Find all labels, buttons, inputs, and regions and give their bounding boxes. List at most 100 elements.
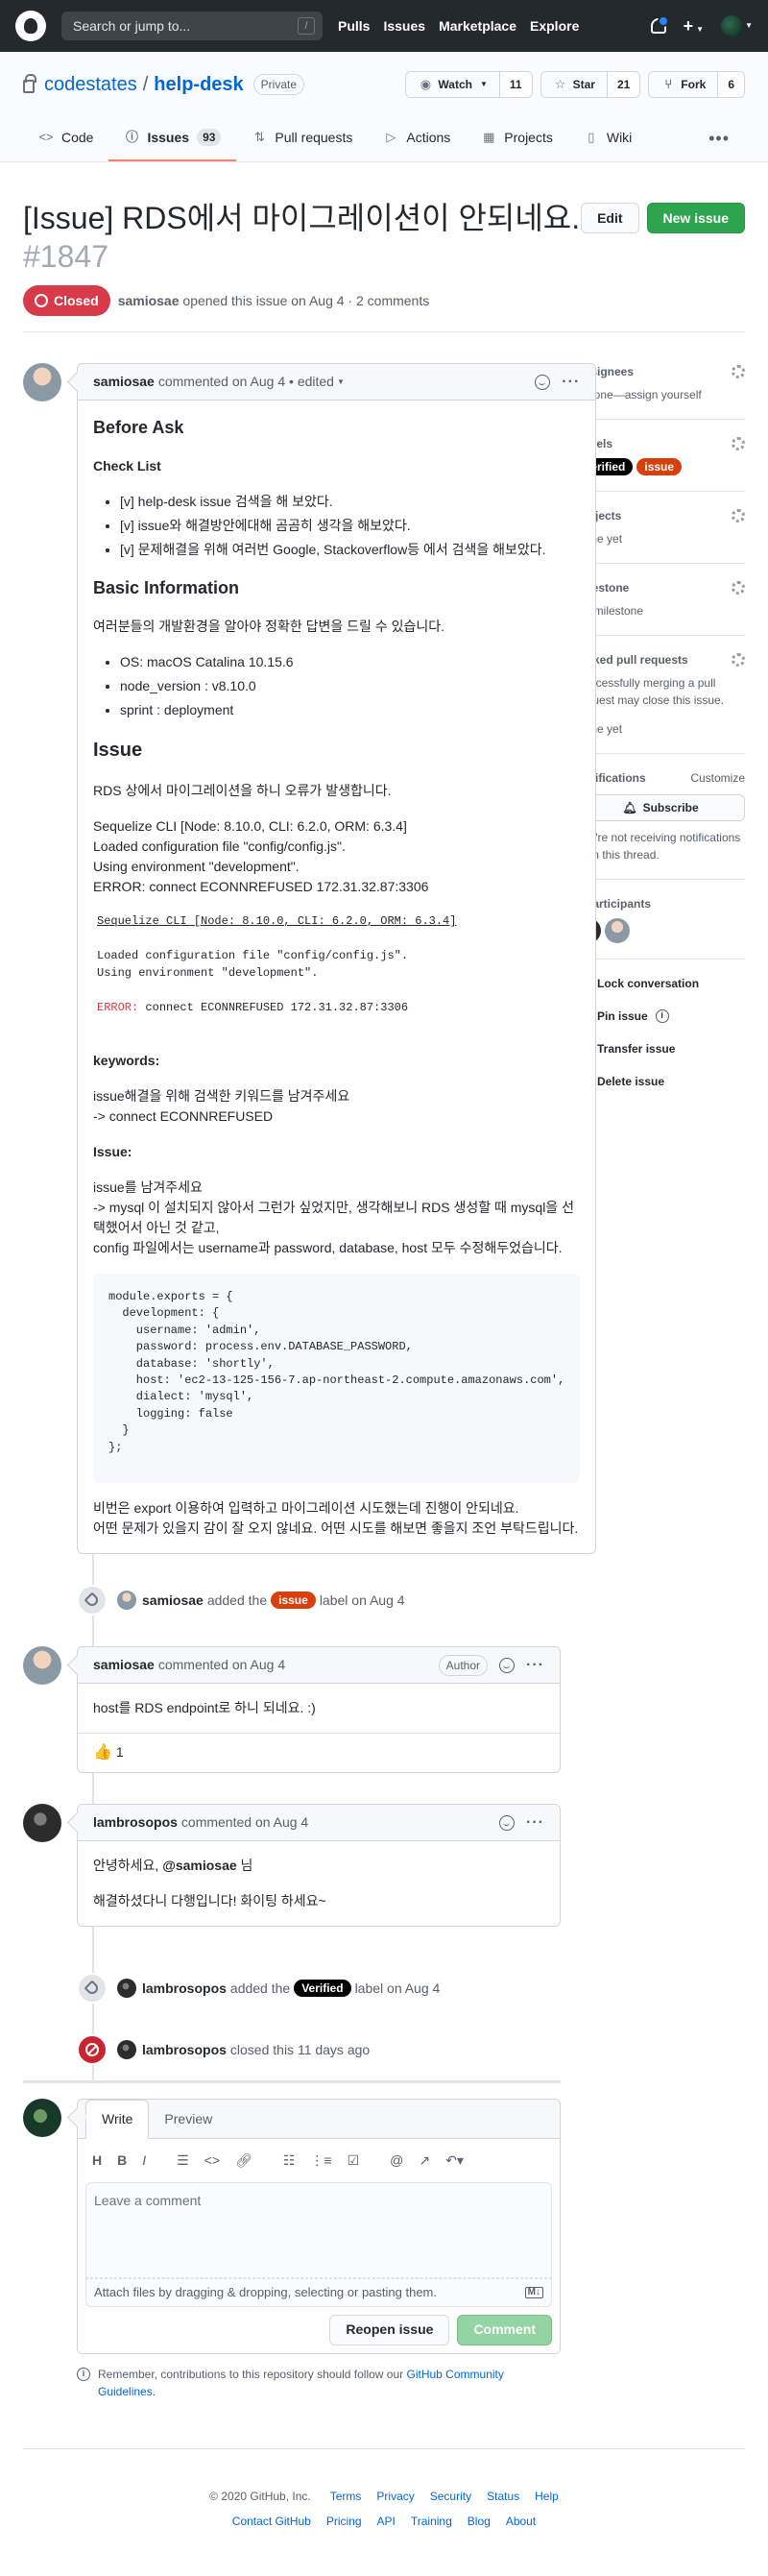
footer-link-training[interactable]: Training — [411, 2513, 452, 2530]
footer-link-status[interactable]: Status — [487, 2488, 519, 2505]
nav-issues[interactable]: Issues — [383, 16, 425, 36]
notifications-bell-icon[interactable] — [650, 15, 669, 34]
comment-meta[interactable]: commented on Aug 4 • edited — [158, 372, 334, 392]
assignees-text[interactable]: No one—assign yourself — [576, 386, 745, 403]
gear-icon[interactable] — [732, 365, 745, 378]
watch-button[interactable]: ◉ Watch ▼ — [406, 72, 500, 97]
star-button[interactable]: ☆ Star — [540, 72, 608, 97]
footer-link-security[interactable]: Security — [430, 2488, 471, 2505]
comment-author[interactable]: samiosae — [93, 1655, 155, 1675]
chevron-down-icon[interactable]: ▼ — [337, 377, 345, 388]
kebab-menu-icon[interactable]: ··· — [526, 1654, 544, 1677]
comment-meta[interactable]: commented on Aug 4 — [158, 1655, 285, 1675]
reopen-issue-button[interactable]: Reopen issue — [329, 2314, 450, 2345]
avatar[interactable] — [117, 1979, 136, 1998]
nav-pulls[interactable]: Pulls — [338, 16, 370, 36]
user-mention[interactable]: @samiosae — [162, 1858, 236, 1873]
avatar[interactable] — [117, 1591, 136, 1610]
gear-icon[interactable] — [732, 437, 745, 450]
smiley-icon[interactable] — [499, 1814, 516, 1831]
gear-icon[interactable] — [732, 509, 745, 522]
event-actor[interactable]: samiosae — [142, 1591, 204, 1611]
avatar[interactable] — [23, 1646, 61, 1685]
heading-icon[interactable]: H — [85, 2147, 108, 2175]
transfer-issue-button[interactable]: →Transfer issue — [576, 1040, 745, 1057]
delete-issue-button[interactable]: 🗑︎Delete issue — [576, 1073, 745, 1090]
nav-explore[interactable]: Explore — [530, 16, 579, 36]
mention-icon[interactable]: @ — [383, 2147, 410, 2175]
tab-pull-requests[interactable]: ⇅ Pull requests — [236, 115, 368, 161]
bold-icon[interactable]: B — [110, 2147, 133, 2175]
tab-code[interactable]: <> Code — [23, 115, 108, 161]
avatar[interactable] — [605, 918, 630, 943]
reply-icon[interactable]: ↶▾ — [439, 2147, 470, 2175]
markdown-icon[interactable]: M↓ — [524, 2286, 543, 2298]
italic-icon[interactable]: I — [135, 2147, 153, 2175]
event-actor[interactable]: lambrosopos — [142, 1979, 227, 1999]
tab-issues[interactable]: ⓘ Issues 93 — [108, 115, 237, 161]
fork-button[interactable]: ⑂ Fork — [649, 72, 719, 97]
footer-link-pricing[interactable]: Pricing — [326, 2513, 362, 2530]
avatar[interactable] — [23, 1804, 61, 1842]
task-list-icon[interactable]: ☑ — [341, 2147, 367, 2175]
ordered-list-icon[interactable]: ⋮≡ — [303, 2147, 338, 2175]
search-input[interactable]: Search or jump to... / — [61, 12, 323, 40]
tab-write[interactable]: Write — [85, 2100, 150, 2139]
comment-author[interactable]: samiosae — [93, 372, 155, 392]
link-icon[interactable]: 🔗︎ — [228, 2147, 259, 2175]
gear-icon[interactable] — [732, 653, 745, 667]
quote-icon[interactable]: ☰ — [170, 2147, 196, 2175]
cross-reference-icon[interactable]: ↗ — [412, 2147, 437, 2175]
issue-title-text: [Issue] RDS에서 마이그레이션이 안되네요. — [23, 201, 581, 235]
label-verified[interactable]: Verified — [294, 1980, 351, 1997]
comment-button[interactable]: Comment — [457, 2314, 552, 2345]
lock-conversation-button[interactable]: 🔒︎Lock conversation — [576, 975, 745, 992]
unordered-list-icon[interactable]: ☷ — [276, 2147, 302, 2175]
pin-issue-button[interactable]: 📌︎Pin issuei — [576, 1008, 745, 1025]
repo-owner-link[interactable]: codestates — [44, 70, 137, 99]
github-logo-icon[interactable] — [15, 11, 46, 41]
kebab-menu-icon[interactable]: ··· — [562, 371, 580, 394]
gear-icon[interactable] — [732, 581, 745, 595]
tab-actions[interactable]: ▷ Actions — [368, 115, 466, 161]
avatar[interactable] — [23, 363, 61, 401]
label-issue[interactable]: issue — [636, 458, 683, 475]
edit-button[interactable]: Edit — [581, 203, 639, 233]
comment-textarea[interactable]: Leave a comment — [85, 2182, 552, 2278]
footer-link-help[interactable]: Help — [535, 2488, 559, 2505]
reaction-thumbs-up[interactable]: 👍 1 — [93, 1741, 124, 1764]
avatar[interactable] — [23, 2099, 61, 2137]
footer-link-api[interactable]: API — [377, 2513, 396, 2530]
footer-link-contact[interactable]: Contact GitHub — [232, 2513, 311, 2530]
repo-name-link[interactable]: help-desk — [154, 70, 243, 99]
user-menu[interactable]: ▼ — [721, 15, 753, 36]
fork-count[interactable]: 6 — [718, 72, 744, 97]
kebab-menu-icon[interactable]: ··· — [526, 1811, 544, 1835]
smiley-icon[interactable] — [499, 1657, 516, 1673]
footer-link-terms[interactable]: Terms — [330, 2488, 362, 2505]
label-issue[interactable]: issue — [271, 1592, 316, 1609]
smiley-icon[interactable] — [535, 374, 551, 390]
subscribe-button[interactable]: 🔔︎ Subscribe — [576, 794, 745, 821]
star-count[interactable]: 21 — [607, 72, 640, 97]
avatar[interactable] — [117, 2040, 136, 2059]
watch-count[interactable]: 11 — [499, 72, 532, 97]
more-tabs-icon[interactable]: ••• — [693, 115, 745, 161]
file-attach-zone[interactable]: Attach files by dragging & dropping, sel… — [85, 2278, 552, 2307]
tab-projects[interactable]: ▦ Projects — [466, 115, 568, 161]
issue-author-link[interactable]: samiosae — [118, 293, 180, 308]
tab-preview[interactable]: Preview — [149, 2101, 228, 2138]
create-new-dropdown[interactable]: + ▼ — [684, 13, 704, 39]
event-actor[interactable]: lambrosopos — [142, 2040, 227, 2060]
footer-link-about[interactable]: About — [506, 2513, 536, 2530]
customize-link[interactable]: Customize — [690, 769, 745, 787]
code-icon[interactable]: <> — [198, 2147, 227, 2175]
footer-link-privacy[interactable]: Privacy — [376, 2488, 414, 2505]
comment-author[interactable]: lambrosopos — [93, 1812, 178, 1833]
comment-meta[interactable]: commented on Aug 4 — [181, 1812, 308, 1833]
new-issue-button[interactable]: New issue — [646, 203, 745, 233]
nav-marketplace[interactable]: Marketplace — [439, 16, 516, 36]
footer-link-blog[interactable]: Blog — [468, 2513, 491, 2530]
participants-section: 2 participants — [576, 895, 745, 960]
tab-wiki[interactable]: ▯ Wiki — [568, 115, 647, 161]
